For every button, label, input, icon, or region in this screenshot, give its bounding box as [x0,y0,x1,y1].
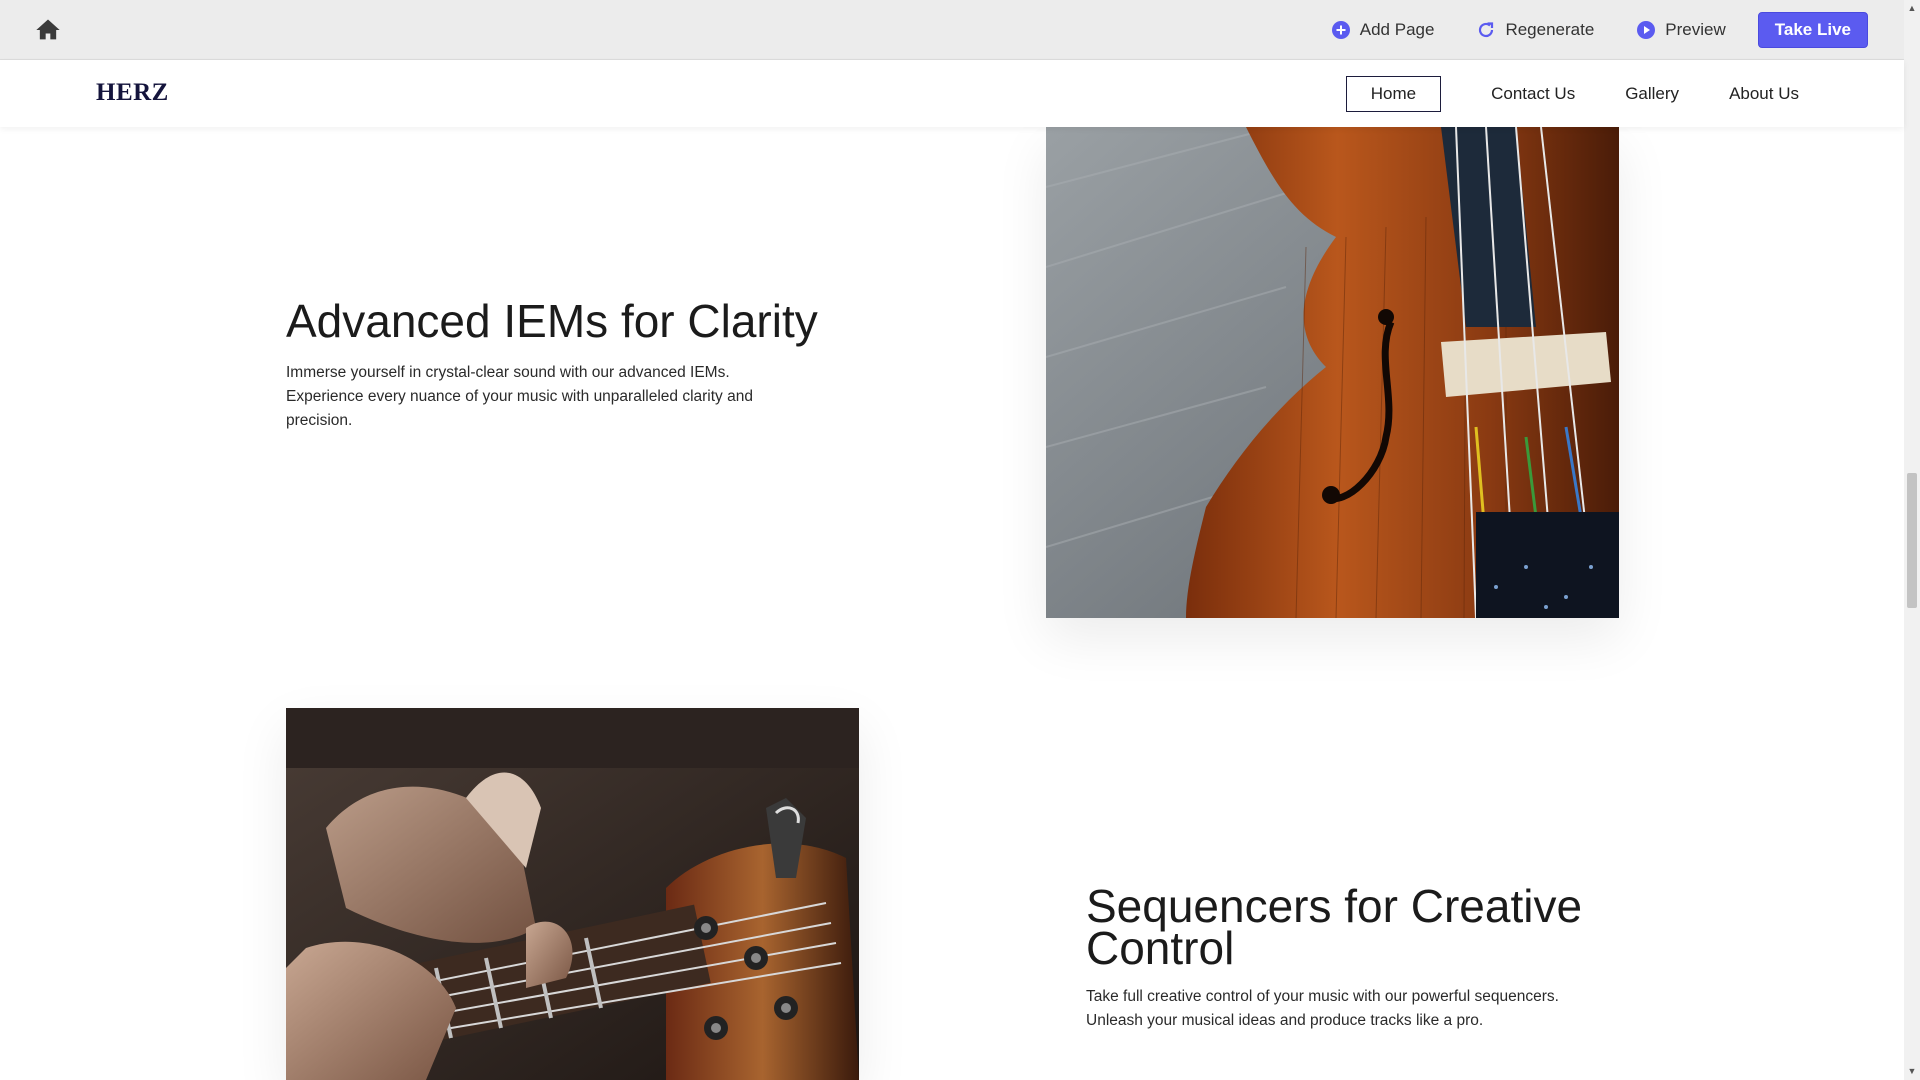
guitar-image [286,708,859,1080]
nav-about-us[interactable]: About Us [1729,84,1799,104]
regenerate-button[interactable]: Regenerate [1476,20,1594,40]
section-text-sequencers: Take full creative control of your music… [1086,988,1559,1029]
scroll-down-icon[interactable]: ▼ [1907,1066,1917,1076]
site-logo[interactable]: HERZ [96,79,169,107]
section-title-sequencers: Sequencers for Creative Control [1086,880,1583,974]
scroll-up-icon[interactable]: ▲ [1907,3,1917,13]
editor-toolbar: Add Page Regenerate Preview Take Live [0,0,1904,60]
add-page-button[interactable]: Add Page [1331,20,1435,40]
toolbar-actions: Add Page Regenerate Preview Take Live [1289,12,1868,48]
refresh-icon [1479,22,1494,38]
page-scrollbar[interactable]: ▲ ▼ [1904,0,1920,1080]
preview-label: Preview [1665,20,1726,39]
take-live-button[interactable]: Take Live [1757,12,1868,48]
home-icon[interactable] [34,16,62,44]
site-nav: Home Contact Us Gallery About Us [1345,76,1799,112]
section-text-iems: Immerse yourself in crystal-clear sound … [286,364,753,429]
violin-image [1046,127,1619,618]
preview-button[interactable]: Preview [1636,20,1726,40]
section-title-iems: Advanced IEMs for Clarity [286,295,818,347]
nav-gallery[interactable]: Gallery [1625,84,1679,104]
site-header: HERZ Home Contact Us Gallery About Us [0,60,1904,127]
plus-circle-icon [1331,21,1350,39]
add-page-label: Add Page [1359,20,1435,39]
play-circle-icon [1637,21,1656,39]
nav-home[interactable]: Home [1345,76,1442,112]
scroll-thumb[interactable] [1907,473,1917,608]
nav-contact-us[interactable]: Contact Us [1491,84,1575,104]
regenerate-label: Regenerate [1505,20,1595,39]
